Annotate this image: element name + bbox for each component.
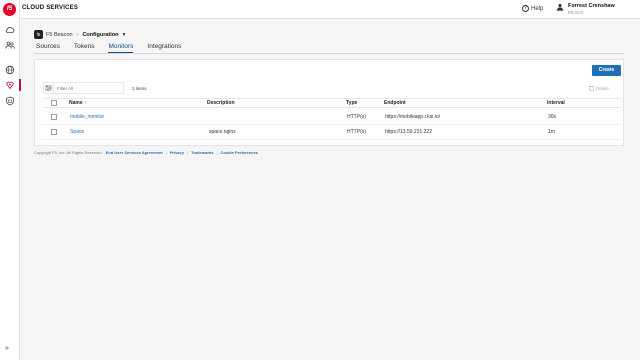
table-row[interactable]: Space space.nginx HTTP(s) https://13.59.…	[43, 125, 621, 140]
monitors-panel: Create 2 items Delete Name ↑ Description	[34, 59, 624, 146]
footer-link-eusa[interactable]: End User Services Agreement	[106, 150, 163, 155]
sort-asc-icon: ↑	[84, 100, 87, 106]
column-description[interactable]: Description	[207, 100, 235, 106]
user-icon	[556, 3, 564, 11]
filter-icon[interactable]	[44, 83, 54, 93]
user-name: Forrest Crenshaw	[568, 3, 615, 9]
f5-logo[interactable]: f5	[3, 3, 16, 16]
breadcrumb: f5 F5 Beacon › Configuration ▼	[34, 30, 126, 39]
row-checkbox[interactable]	[51, 114, 57, 120]
beacon-icon[interactable]	[5, 80, 15, 90]
tab-sources[interactable]: Sources	[36, 43, 60, 53]
help-label: Help	[531, 5, 544, 12]
monitor-name-link[interactable]: Space	[70, 129, 84, 135]
footer-link-privacy[interactable]: Privacy	[170, 150, 184, 155]
footer: Copyright F5, Inc. All Rights Reserved. …	[34, 150, 258, 155]
user-org: F5 Acct	[568, 10, 584, 15]
breadcrumb-product[interactable]: F5 Beacon	[46, 32, 73, 38]
monitor-name-link[interactable]: mobile_monitor	[70, 114, 104, 120]
top-bar: CLOUD SERVICES ? Help Forrest Crenshaw F…	[20, 0, 640, 19]
breadcrumb-section[interactable]: Configuration	[82, 32, 118, 38]
delete-button[interactable]: Delete	[589, 85, 609, 91]
tab-tokens[interactable]: Tokens	[74, 43, 95, 53]
footer-link-trademarks[interactable]: Trademarks	[191, 150, 213, 155]
column-endpoint[interactable]: Endpoint	[384, 100, 406, 106]
tabs-divider	[34, 53, 624, 54]
brand-title: CLOUD SERVICES	[22, 5, 79, 11]
monitor-type: HTTP(s)	[347, 129, 366, 135]
column-interval[interactable]: Interval	[547, 100, 565, 106]
copyright-text: Copyright F5, Inc. All Rights Reserved.	[34, 150, 103, 155]
table-row[interactable]: mobile_monitor HTTP(s) https://mobileapp…	[43, 110, 621, 125]
column-name[interactable]: Name ↑	[69, 100, 87, 106]
user-menu[interactable]: Forrest Crenshaw F5 Acct	[556, 3, 615, 15]
footer-separator: |	[216, 150, 218, 155]
expand-rail-button[interactable]: »	[5, 345, 9, 352]
breadcrumb-separator: ›	[76, 31, 79, 38]
table-header: Name ↑ Description Type Endpoint Interva…	[43, 98, 621, 108]
filter-box	[43, 82, 124, 94]
select-all-checkbox[interactable]	[51, 100, 57, 106]
monitor-interval: 30s	[548, 114, 557, 120]
chevron-down-icon[interactable]: ▼	[122, 32, 127, 38]
footer-separator: |	[186, 150, 189, 155]
globe-icon[interactable]	[5, 65, 15, 75]
trash-icon	[589, 85, 594, 91]
monitor-endpoint: https://13.59.231.222	[385, 129, 432, 135]
tab-bar: Sources Tokens Monitors Integrations	[36, 43, 181, 53]
f5-product-icon: f5	[34, 30, 43, 39]
active-indicator	[19, 79, 21, 91]
footer-separator: |	[165, 150, 167, 155]
shield-icon[interactable]	[5, 96, 15, 106]
filter-input[interactable]	[57, 85, 117, 91]
row-checkbox[interactable]	[51, 129, 57, 135]
create-button[interactable]: Create	[592, 65, 621, 76]
monitor-interval: 1m	[548, 129, 555, 135]
help-icon: ?	[522, 5, 529, 12]
item-count: 2 items	[132, 86, 147, 91]
users-icon[interactable]	[5, 40, 15, 50]
monitor-description: space.nginx	[209, 129, 236, 135]
tab-integrations[interactable]: Integrations	[147, 43, 181, 53]
column-type[interactable]: Type	[346, 100, 357, 106]
tab-monitors[interactable]: Monitors	[108, 43, 134, 53]
monitor-endpoint: https://mobileapp.r.ksi.io/	[385, 114, 441, 120]
monitor-type: HTTP(s)	[347, 114, 366, 120]
delete-label: Delete	[596, 85, 610, 91]
cloud-icon[interactable]	[5, 25, 15, 35]
help-button[interactable]: ? Help	[522, 5, 543, 12]
left-rail: f5 »	[0, 0, 21, 360]
footer-link-cookies[interactable]: Cookie Preferences	[221, 150, 258, 155]
